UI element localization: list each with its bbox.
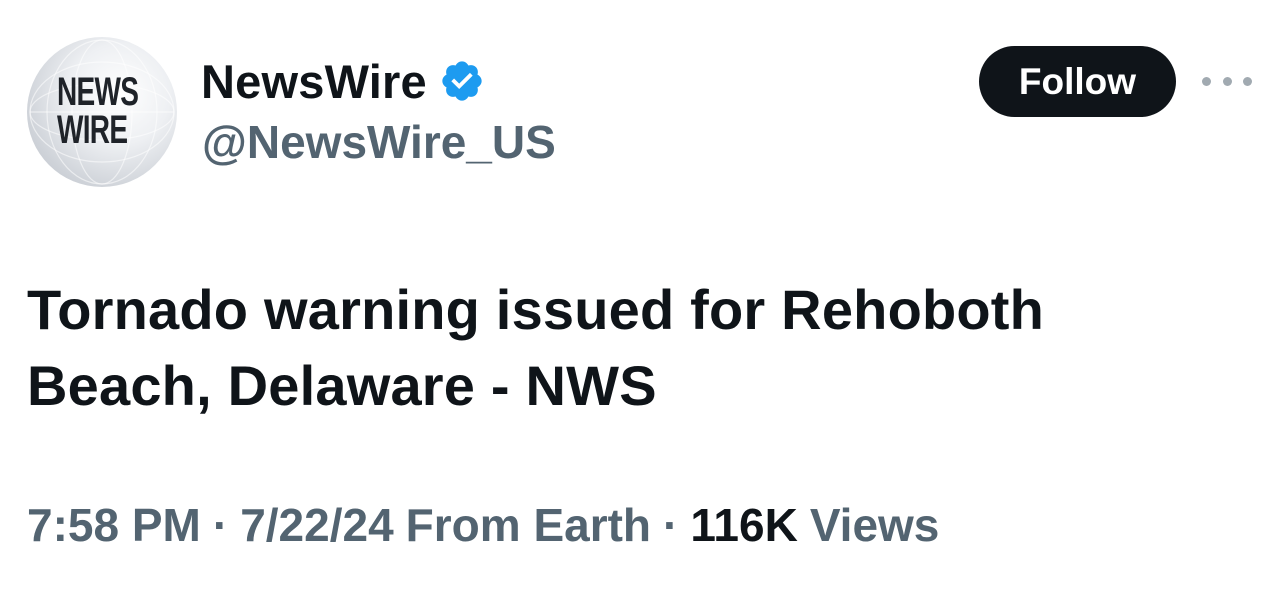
tweet-meta: 7:58 PM · 7/22/24 From Earth · 116K View… (27, 498, 939, 552)
tweet-date[interactable]: 7/22/24 (240, 498, 393, 552)
author-name-row: NewsWire (201, 52, 485, 110)
tweet-text-line: Tornado warning issued for Rehoboth (27, 278, 1045, 341)
more-horizontal-icon[interactable] (1202, 64, 1252, 98)
display-name[interactable]: NewsWire (201, 54, 427, 109)
tweet-source: From Earth (405, 499, 652, 551)
avatar-logo-text: NEWS WIRE (57, 70, 139, 152)
avatar[interactable]: NEWS WIRE (27, 37, 177, 187)
tweet-card: NEWS WIRE NewsWire @NewsWire_US Follow T… (0, 0, 1280, 590)
account-handle[interactable]: @NewsWire_US (202, 115, 556, 169)
verified-badge-icon (442, 61, 482, 101)
views-label: Views (809, 499, 940, 551)
tweet-text-line: Beach, Delaware - NWS (27, 354, 657, 417)
meta-separator: · (212, 499, 229, 551)
more-dot (1222, 76, 1232, 86)
more-dot (1243, 76, 1252, 86)
more-dot (1202, 76, 1211, 86)
meta-separator: · (663, 499, 679, 551)
tweet-time[interactable]: 7:58 PM (27, 498, 201, 552)
follow-button[interactable]: Follow (979, 46, 1176, 117)
tweet-text: Tornado warning issued for Rehoboth Beac… (27, 272, 1227, 424)
views-count: 116K (690, 499, 798, 551)
